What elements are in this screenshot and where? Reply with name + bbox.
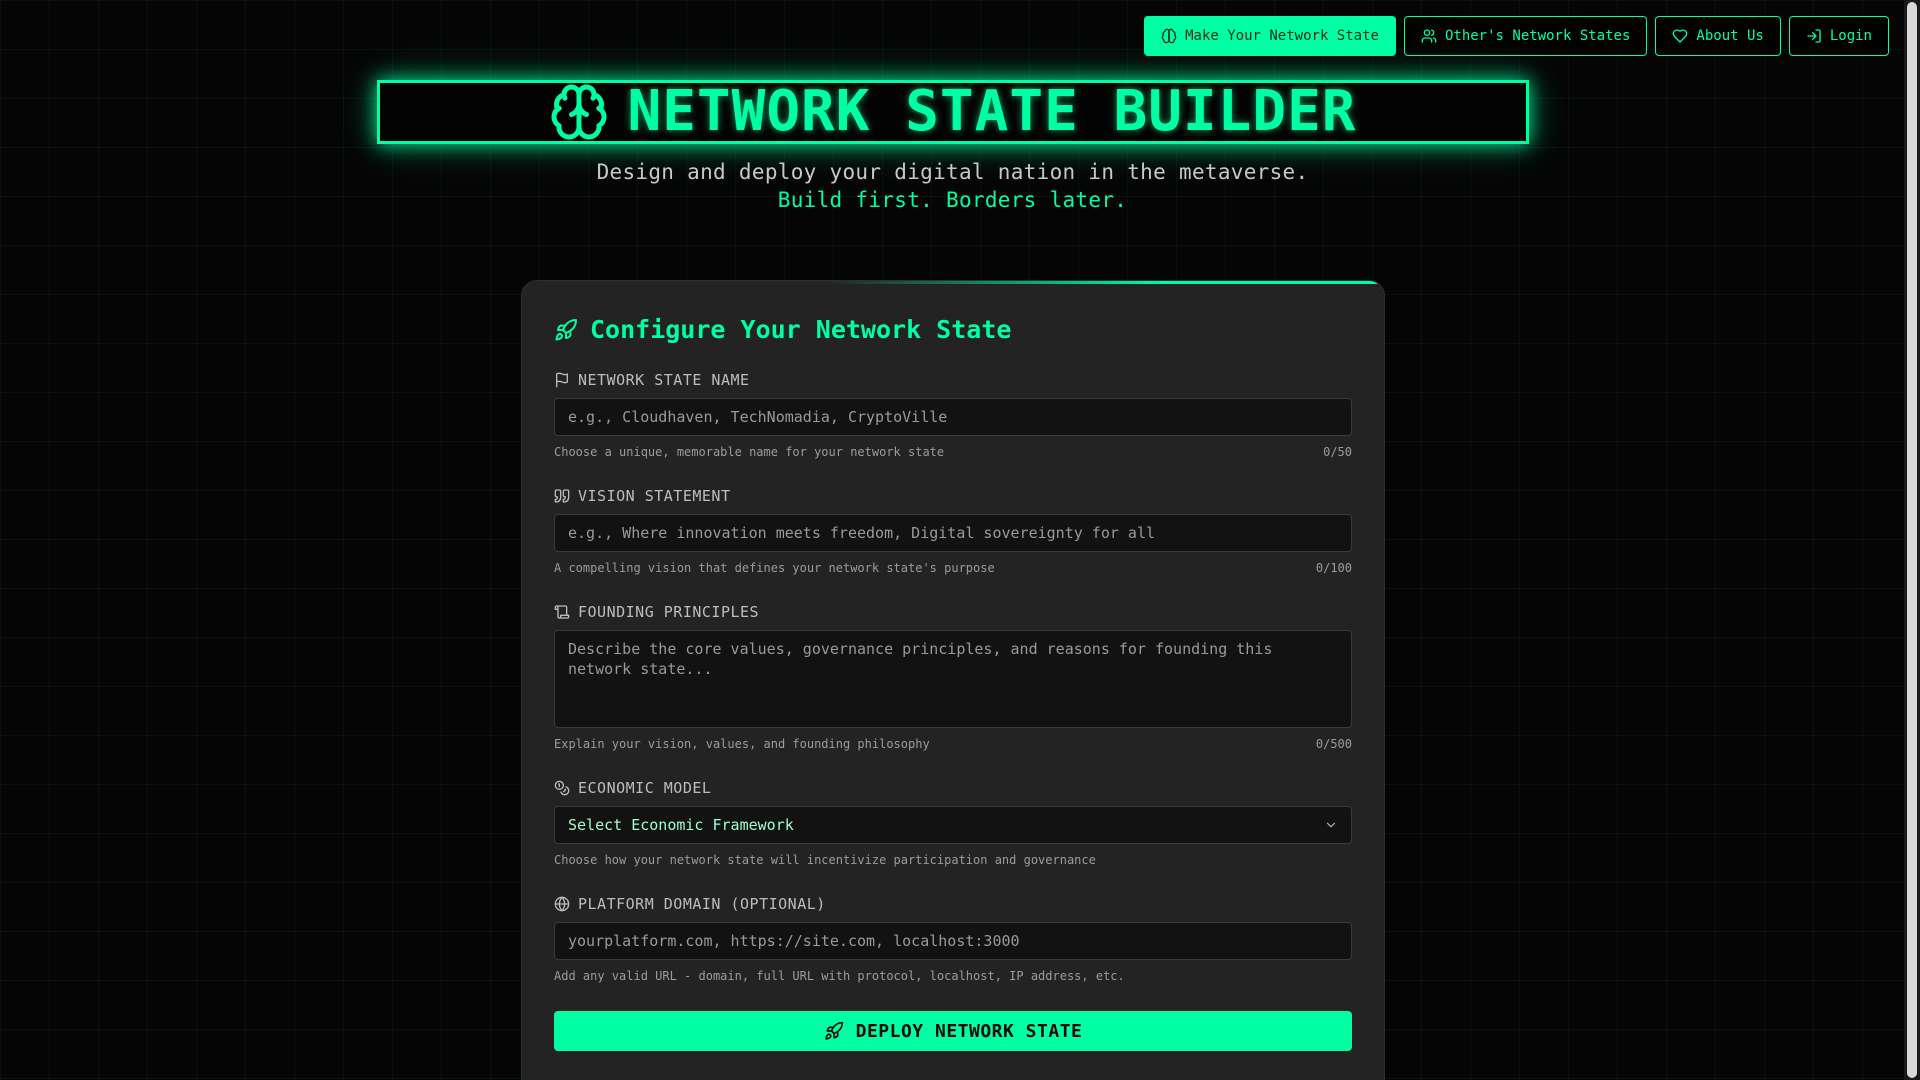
- page-scrollbar[interactable]: [1904, 0, 1920, 1080]
- hero-tagline: Build first. Borders later.: [777, 188, 1128, 212]
- economic-model-label: ECONOMIC MODEL: [554, 779, 711, 797]
- others-network-states-label: Other's Network States: [1444, 28, 1631, 44]
- make-network-state-label: Make Your Network State: [1185, 28, 1379, 44]
- deploy-network-state-label: DEPLOY NETWORK STATE: [855, 1020, 1083, 1042]
- login-button[interactable]: Login: [1788, 16, 1889, 56]
- login-icon: [1806, 28, 1822, 44]
- founding-principles-counter: 0/500: [1315, 737, 1352, 751]
- platform-domain-label-text: PLATFORM DOMAIN (OPTIONAL): [578, 895, 826, 913]
- network-state-name-counter: 0/50: [1323, 445, 1352, 459]
- quote-icon: [554, 488, 570, 504]
- economic-model-select[interactable]: Select Economic Framework: [554, 806, 1352, 844]
- top-navigation: Make Your Network State Other's Network …: [1144, 16, 1889, 56]
- scroll-icon: [554, 604, 570, 620]
- vision-statement-counter: 0/100: [1315, 561, 1352, 575]
- economic-model-label-text: ECONOMIC MODEL: [578, 779, 712, 797]
- others-network-states-button[interactable]: Other's Network States: [1403, 16, 1648, 56]
- users-icon: [1421, 28, 1437, 44]
- founding-principles-label-text: FOUNDING PRINCIPLES: [578, 603, 760, 621]
- page-title: NETWORK STATE BUILDER: [627, 79, 1357, 144]
- network-state-name-hint: Choose a unique, memorable name for your…: [554, 445, 945, 459]
- brain-icon: [549, 82, 609, 142]
- configure-form-card: Configure Your Network State NETWORK STA…: [521, 280, 1385, 1080]
- platform-domain-hint-row: Add any valid URL - domain, full URL wit…: [554, 969, 1352, 983]
- network-state-name-input[interactable]: [554, 398, 1352, 436]
- economic-model-hint: Choose how your network state will incen…: [554, 853, 1096, 867]
- make-network-state-button[interactable]: Make Your Network State: [1144, 16, 1396, 56]
- platform-domain-hint: Add any valid URL - domain, full URL wit…: [554, 969, 1125, 983]
- economic-model-hint-row: Choose how your network state will incen…: [554, 853, 1352, 867]
- about-us-label: About Us: [1696, 28, 1764, 44]
- login-label: Login: [1829, 28, 1872, 44]
- network-state-name-label-text: NETWORK STATE NAME: [578, 371, 750, 389]
- vision-statement-hint: A compelling vision that defines your ne…: [554, 561, 995, 575]
- hero-banner: NETWORK STATE BUILDER: [377, 80, 1529, 144]
- flag-icon: [554, 372, 570, 388]
- vision-statement-hint-row: A compelling vision that defines your ne…: [554, 561, 1352, 575]
- coins-icon: [554, 780, 570, 796]
- about-us-button[interactable]: About Us: [1655, 16, 1781, 56]
- vision-statement-label-text: VISION STATEMENT: [578, 487, 731, 505]
- hero-subtitle: Design and deploy your digital nation in…: [596, 160, 1309, 184]
- form-title: Configure Your Network State: [590, 315, 1012, 344]
- card-accent-line: [522, 281, 1384, 284]
- founding-principles-hint: Explain your vision, values, and foundin…: [554, 737, 930, 751]
- founding-principles-textarea[interactable]: [554, 630, 1352, 728]
- platform-domain-input[interactable]: [554, 922, 1352, 960]
- platform-domain-label: PLATFORM DOMAIN (OPTIONAL): [554, 895, 826, 913]
- rocket-icon: [824, 1021, 844, 1041]
- founding-principles-hint-row: Explain your vision, values, and foundin…: [554, 737, 1352, 751]
- vision-statement-input[interactable]: [554, 514, 1352, 552]
- rocket-icon: [554, 318, 578, 342]
- founding-principles-label: FOUNDING PRINCIPLES: [554, 603, 759, 621]
- heart-icon: [1672, 28, 1688, 44]
- scrollbar-thumb[interactable]: [1907, 2, 1917, 1078]
- chevron-down-icon: [1324, 818, 1338, 832]
- economic-model-selected-value: Select Economic Framework: [568, 816, 794, 834]
- vision-statement-label: VISION STATEMENT: [554, 487, 731, 505]
- globe-icon: [554, 896, 570, 912]
- network-state-name-label: NETWORK STATE NAME: [554, 371, 750, 389]
- brain-icon: [1161, 28, 1177, 44]
- form-header: Configure Your Network State: [554, 315, 1011, 344]
- deploy-network-state-button[interactable]: DEPLOY NETWORK STATE: [554, 1011, 1352, 1051]
- network-state-name-hint-row: Choose a unique, memorable name for your…: [554, 445, 1352, 459]
